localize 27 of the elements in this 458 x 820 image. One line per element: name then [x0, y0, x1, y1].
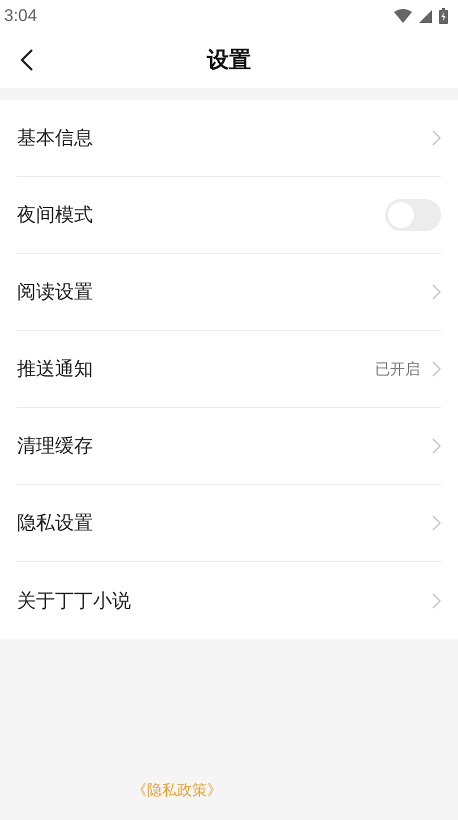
chevron-icon — [432, 515, 441, 531]
chevron-icon — [432, 284, 441, 300]
settings-row[interactable]: 关于丁丁小说 — [17, 562, 441, 639]
chevron-icon — [432, 130, 441, 146]
settings-label: 基本信息 — [17, 126, 93, 151]
page-title: 设置 — [207, 47, 251, 75]
chevron-icon — [432, 592, 441, 608]
settings-label: 夜间模式 — [17, 203, 93, 228]
settings-row[interactable]: 阅读设置 — [17, 254, 441, 331]
settings-label: 关于丁丁小说 — [17, 588, 131, 614]
settings-row[interactable]: 夜间模式 — [17, 177, 441, 254]
settings-row[interactable]: 隐私设置 — [17, 485, 441, 562]
settings-row[interactable]: 推送通知 已开启 — [17, 331, 441, 408]
settings-row[interactable]: 清理缓存 — [17, 408, 441, 485]
signal-icon — [419, 10, 432, 22]
chevron-icon — [432, 361, 441, 377]
settings-value: 已开启 — [375, 360, 420, 378]
chevron-icon — [432, 438, 441, 454]
wifi-icon — [394, 9, 412, 23]
battery-icon — [439, 8, 448, 24]
back-button[interactable] — [20, 48, 34, 72]
settings-label: 隐私设置 — [17, 511, 93, 536]
status-time: 3:04 — [4, 6, 38, 26]
settings-label: 清理缓存 — [17, 434, 93, 459]
settings-label: 推送通知 — [17, 357, 93, 382]
settings-row[interactable]: 基本信息 — [17, 100, 441, 177]
settings-label: 阅读设置 — [17, 280, 93, 305]
